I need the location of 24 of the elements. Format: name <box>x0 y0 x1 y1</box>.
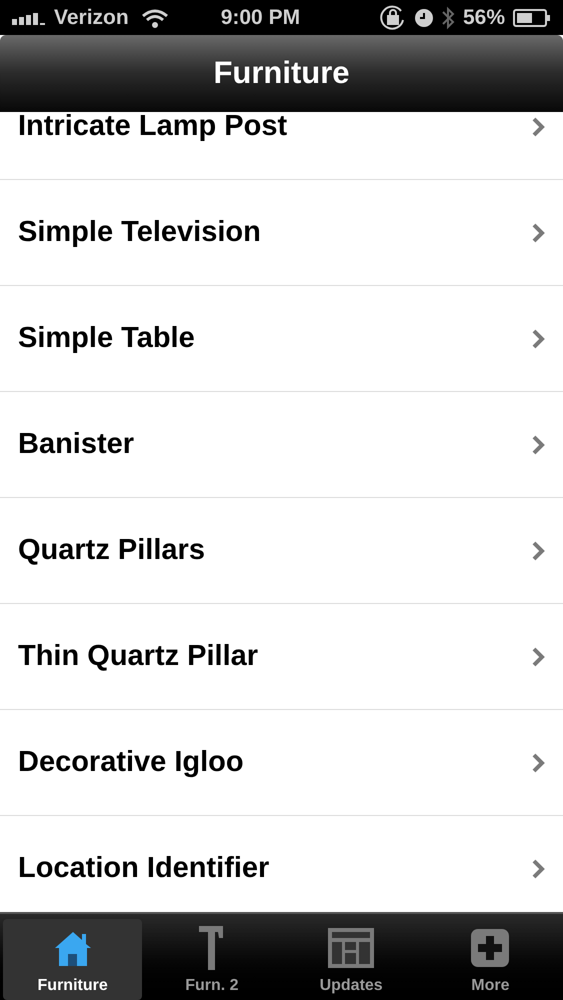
chevron-right-icon <box>531 222 545 244</box>
rotation-lock-icon <box>378 4 407 32</box>
chevron-right-icon <box>531 328 545 350</box>
status-time: 9:00 PM <box>220 4 300 31</box>
chevron-right-icon <box>531 540 545 562</box>
chevron-right-icon <box>531 858 545 880</box>
clock-icon <box>414 8 433 26</box>
tab-item[interactable]: More <box>420 919 560 1000</box>
chevron-right-icon <box>531 752 545 774</box>
tab-item[interactable]: Updates <box>282 919 421 1000</box>
wifi-icon <box>140 8 169 28</box>
battery-icon <box>513 8 551 26</box>
list-item[interactable]: Intricate Lamp Post <box>0 112 563 180</box>
nav-title: Furniture <box>213 54 350 92</box>
chevron-right-icon <box>531 116 545 138</box>
plus-icon <box>470 928 510 968</box>
chevron-right-icon <box>531 434 545 456</box>
newspaper-icon <box>326 926 376 970</box>
chevron-right-icon <box>531 646 545 668</box>
battery-percent: 56% <box>462 4 505 31</box>
carrier-name: Verizon <box>54 4 129 31</box>
tab-item[interactable]: Furniture <box>3 919 142 1000</box>
signal-icon <box>12 10 46 24</box>
tab-item[interactable]: Furn. 2 <box>142 919 282 1000</box>
